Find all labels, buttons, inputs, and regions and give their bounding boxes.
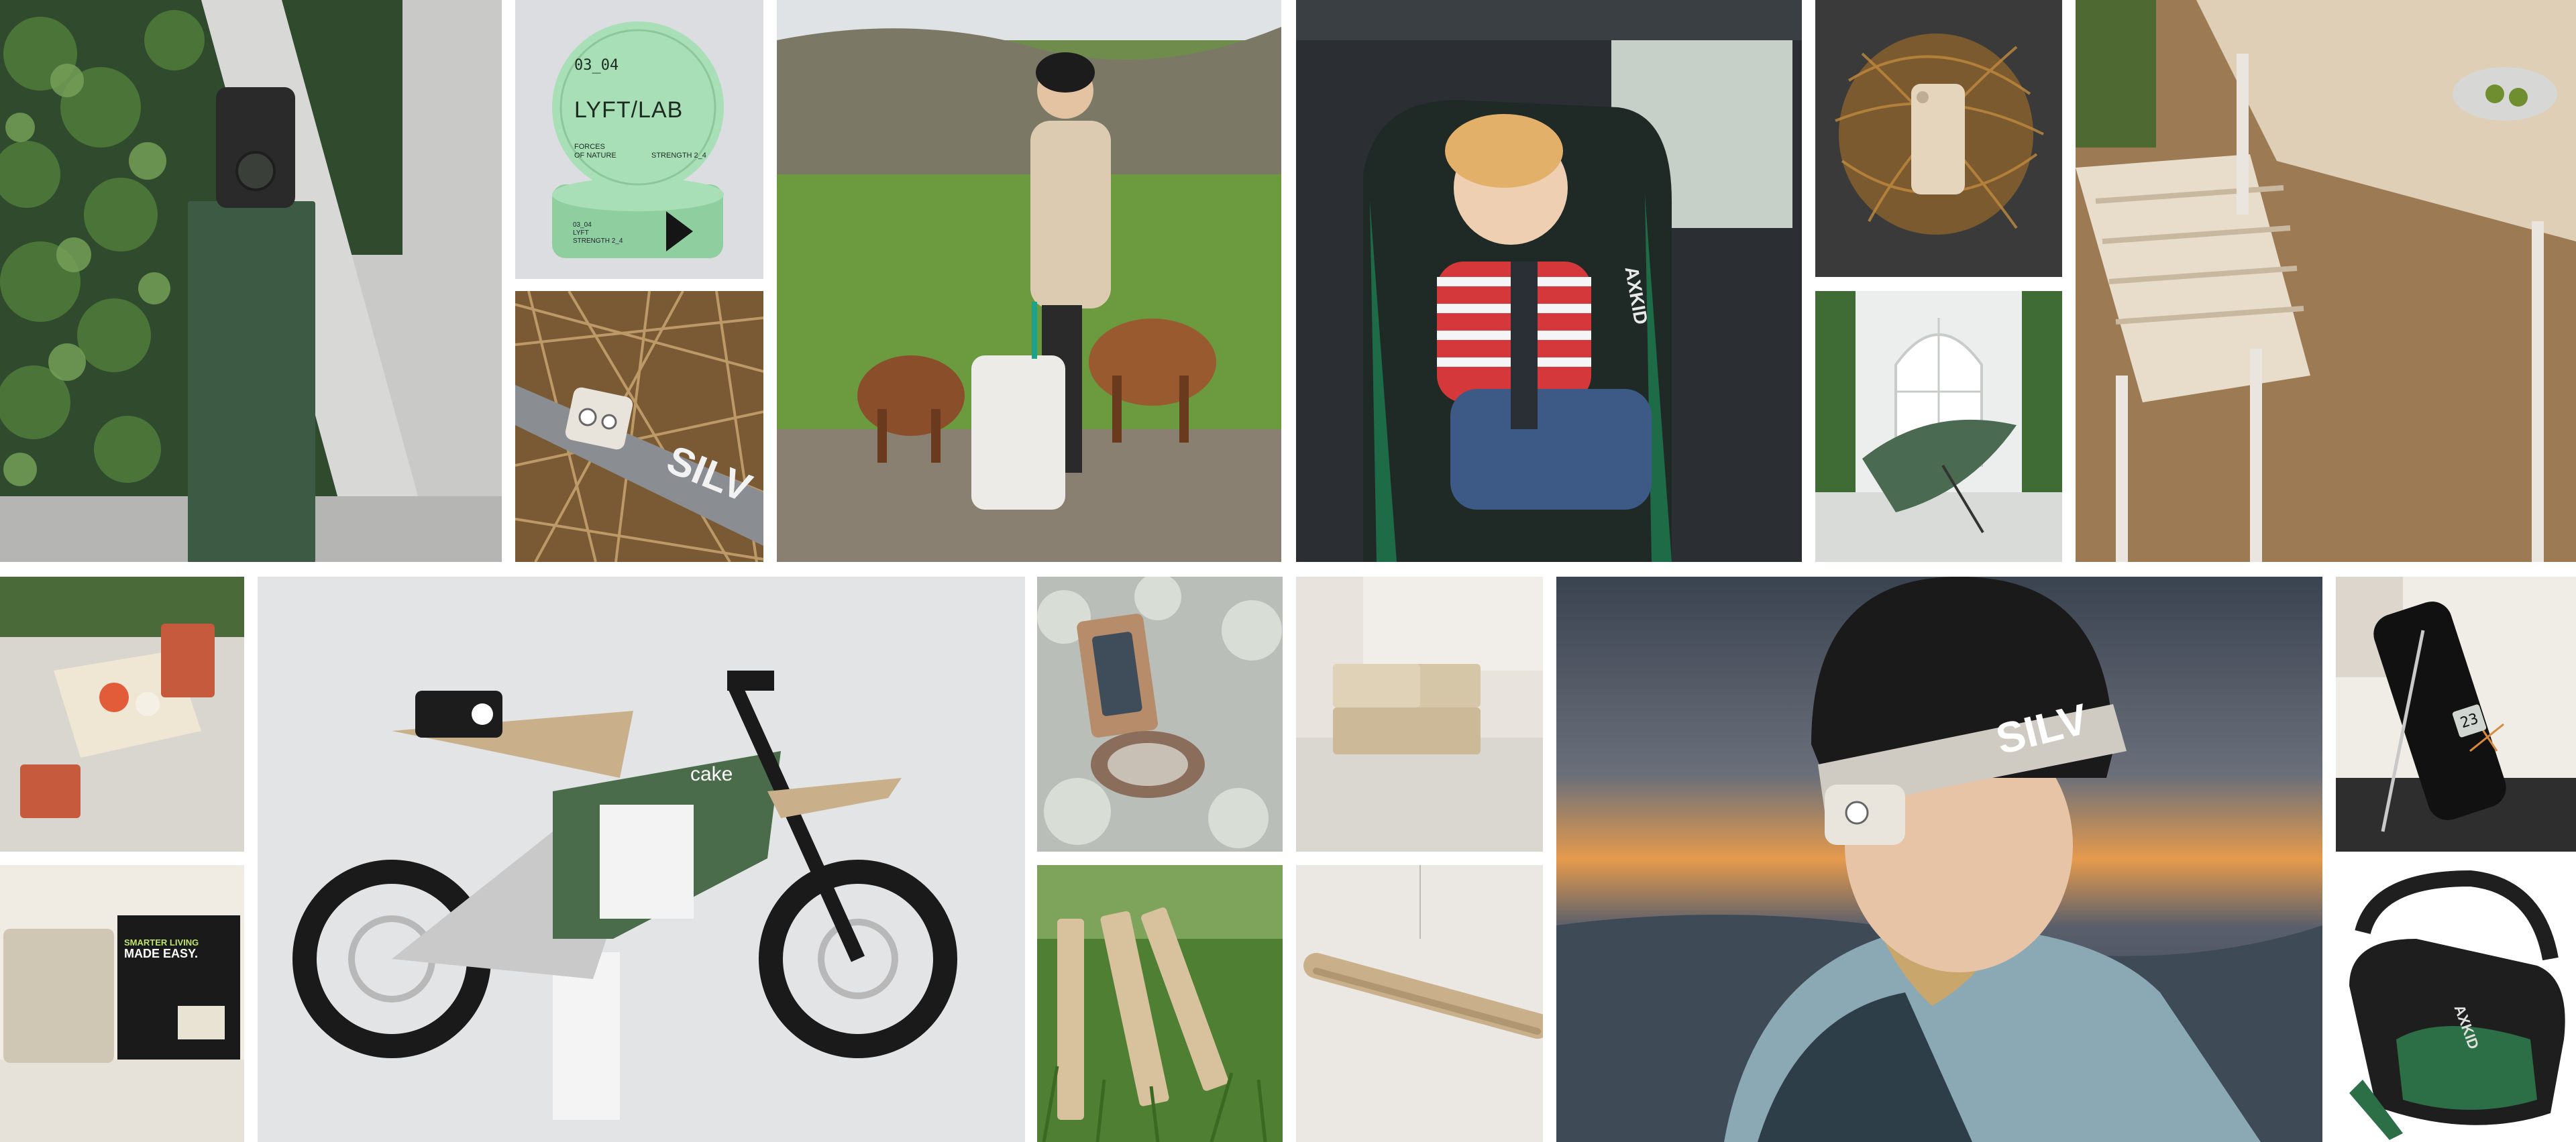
photo-umbrella-arched-room xyxy=(1815,291,2062,562)
tin-code: 03_04 xyxy=(574,57,619,74)
tin-line1: FORCES xyxy=(574,143,605,151)
photo-cake-ebike: cake xyxy=(258,577,1025,1142)
photo-compass-moss xyxy=(1037,577,1283,852)
photo-meat-thermometer: 23 xyxy=(2336,577,2576,852)
photo-stakes-in-grass xyxy=(1037,865,1283,1142)
box-text-line2: MADE EASY. xyxy=(124,947,199,960)
photo-garden-table-chair xyxy=(2076,0,2576,562)
photo-lyft-lab-tin: 03_04 LYFT/LAB FORCES OF NATURE STRENGTH… xyxy=(515,0,763,279)
cooler-box-text: SMARTER LIVING MADE EASY. xyxy=(124,937,238,960)
photo-infant-car-seat: AXKID xyxy=(2336,865,2576,1142)
tin-strength: STRENGTH 2_4 xyxy=(651,152,706,160)
photo-woman-headlamp-dusk: SILV xyxy=(1556,577,2322,1142)
photo-umbrella-case-green-wall xyxy=(0,0,502,562)
photo-cooler-box: SMARTER LIVING MADE EASY. xyxy=(0,865,244,1142)
tin-side-line3: STRENGTH 2_4 xyxy=(573,237,623,245)
tin-side-text: 03_04 LYFT STRENGTH 2_4 xyxy=(573,221,623,245)
tin-side-line1: 03_04 xyxy=(573,221,592,229)
photo-phone-case-nest xyxy=(1815,0,2062,277)
photo-headlamp-on-straw: SILV xyxy=(515,291,763,562)
photo-woman-suitcase-horses xyxy=(777,0,1281,562)
photo-child-in-car-seat: AXKID xyxy=(1296,0,1802,562)
photo-red-patio-set xyxy=(0,577,244,852)
tin-logo: LYFT/LAB xyxy=(574,97,684,123)
photo-boxes-on-stone xyxy=(1296,577,1543,852)
photo-pendant-light xyxy=(1296,865,1543,1142)
tin-line2: OF NATURE xyxy=(574,152,616,160)
ebike-brand: cake xyxy=(690,763,733,785)
umbrella-case xyxy=(188,201,315,562)
tin-side-line2: LYFT xyxy=(573,229,589,237)
